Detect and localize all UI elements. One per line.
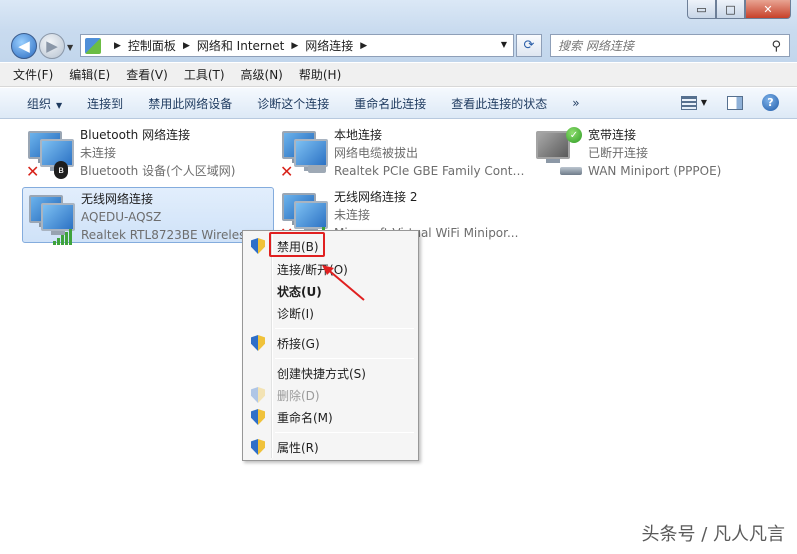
menu-file[interactable]: 文件(F) — [13, 66, 53, 83]
connection-status: 未连接 — [334, 208, 371, 222]
change-view-icon[interactable] — [680, 95, 697, 110]
command-bar: 组织 ▼ 连接到 禁用此网络设备 诊断这个连接 重命名此连接 查看此连接的状态 »… — [0, 88, 797, 119]
network-connections-window: ▭ □ ✕ ◀ ▶ ▼ ▶ 控制面板 ▶ 网络和 Internet ▶ 网络连接… — [0, 0, 797, 554]
menu-separator — [275, 328, 414, 329]
search-input[interactable] — [558, 38, 758, 53]
forward-button[interactable]: ▶ — [39, 33, 65, 59]
help-icon[interactable]: ? — [762, 94, 779, 111]
back-button[interactable]: ◀ — [11, 33, 37, 59]
network-adapter-icon: ✓ — [534, 127, 586, 179]
menu-bar: 文件(F) 编辑(E) 查看(V) 工具(T) 高级(N) 帮助(H) — [0, 63, 797, 87]
wifi-signal-icon — [53, 229, 72, 245]
connection-wireless[interactable]: 无线网络连接 AQEDU-AQSZ Realtek RTL8723BE Wire… — [22, 187, 274, 245]
connection-name: 本地连接 — [334, 128, 383, 142]
uac-shield-icon — [251, 335, 265, 351]
chevron-right-icon[interactable]: ▶ — [183, 41, 190, 51]
menu-item-delete: 删除(D) — [245, 384, 416, 406]
disconnected-x-icon: ✕ — [26, 162, 40, 181]
view-status-button[interactable]: 查看此连接的状态 — [451, 95, 547, 112]
view-controls: ▼ ? — [680, 94, 779, 111]
recent-pages-dropdown[interactable]: ▼ — [67, 43, 73, 52]
connection-device: Realtek PCIe GBE Family Contr... — [334, 164, 526, 178]
annotation-highlight-box — [269, 232, 325, 257]
search-box[interactable]: ⚲ — [550, 34, 790, 57]
breadcrumb-network-connections[interactable]: 网络连接 — [305, 37, 353, 54]
maximize-button[interactable]: □ — [716, 0, 745, 19]
breadcrumb-network-internet[interactable]: 网络和 Internet — [197, 37, 284, 54]
bluetooth-icon: ʙ — [54, 161, 68, 179]
menu-item-label: 创建快捷方式(S) — [277, 366, 366, 381]
address-bar[interactable]: ▶ 控制面板 ▶ 网络和 Internet ▶ 网络连接 ▶ ▼ — [80, 34, 514, 57]
menu-item-label: 属性(R) — [277, 440, 319, 455]
menu-separator — [275, 358, 414, 359]
uac-shield-icon — [251, 238, 265, 254]
window-controls: ▭ □ ✕ — [687, 0, 791, 19]
chevron-right-icon[interactable]: ▶ — [360, 41, 367, 51]
connection-device: Bluetooth 设备(个人区域网) — [80, 164, 236, 178]
disconnected-x-icon: ✕ — [280, 162, 294, 181]
check-icon: ✓ — [566, 127, 582, 143]
more-commands-button[interactable]: » — [572, 96, 579, 110]
menu-item-rename[interactable]: 重命名(M) — [245, 406, 416, 428]
address-dropdown-icon[interactable]: ▼ — [501, 40, 507, 49]
uac-shield-icon — [251, 439, 265, 455]
connection-status: AQEDU-AQSZ — [81, 210, 162, 224]
connection-local[interactable]: ✕ 本地连接 网络电缆被拔出 Realtek PCIe GBE Family C… — [276, 124, 528, 180]
disable-device-button[interactable]: 禁用此网络设备 — [148, 95, 232, 112]
rename-button[interactable]: 重命名此连接 — [354, 95, 426, 112]
connection-name: 无线网络连接 2 — [334, 190, 418, 204]
diagnose-button[interactable]: 诊断这个连接 — [257, 95, 329, 112]
ethernet-cable-icon — [308, 165, 326, 173]
title-bar: ▭ □ ✕ — [0, 0, 797, 30]
preview-pane-icon[interactable] — [727, 95, 743, 110]
menu-item-label: 桥接(G) — [277, 336, 320, 351]
menu-item-diagnose[interactable]: 诊断(I) — [245, 302, 416, 324]
annotation-arrow-icon — [322, 265, 365, 301]
connection-broadband[interactable]: ✓ 宽带连接 已断开连接 WAN Miniport (PPPOE) — [530, 124, 782, 180]
connection-name: 宽带连接 — [588, 128, 637, 142]
menu-item-label: 重命名(M) — [277, 410, 333, 425]
connection-name: Bluetooth 网络连接 — [80, 128, 191, 142]
menu-edit[interactable]: 编辑(E) — [69, 66, 110, 83]
minimize-button[interactable]: ▭ — [687, 0, 716, 19]
menu-item-bridge[interactable]: 桥接(G) — [245, 332, 416, 354]
search-icon[interactable]: ⚲ — [771, 39, 781, 54]
modem-icon — [560, 167, 582, 175]
connection-bluetooth[interactable]: ✕ ʙ Bluetooth 网络连接 未连接 Bluetooth 设备(个人区域… — [22, 124, 274, 180]
menu-item-label: 删除(D) — [277, 388, 320, 403]
connect-to-button[interactable]: 连接到 — [87, 95, 123, 112]
connection-status: 网络电缆被拔出 — [334, 146, 419, 160]
connection-status: 未连接 — [80, 146, 117, 160]
uac-shield-icon — [251, 387, 265, 403]
menu-item-label: 状态(U) — [277, 284, 322, 299]
network-adapter-icon — [27, 191, 79, 245]
close-button[interactable]: ✕ — [745, 0, 791, 19]
control-panel-icon — [85, 37, 101, 54]
watermark: 头条号 / 凡人凡言 — [641, 524, 785, 545]
menu-item-create-shortcut[interactable]: 创建快捷方式(S) — [245, 362, 416, 384]
menu-separator — [275, 432, 414, 433]
refresh-button[interactable]: ⟳ — [516, 34, 542, 57]
network-adapter-icon: ✕ ʙ — [26, 127, 78, 181]
menu-advanced[interactable]: 高级(N) — [241, 66, 283, 83]
menu-view[interactable]: 查看(V) — [126, 66, 168, 83]
chevron-down-icon: ▼ — [56, 100, 63, 110]
organize-label: 组织 — [27, 96, 52, 111]
connection-status: 已断开连接 — [588, 146, 649, 160]
connection-name: 无线网络连接 — [81, 192, 154, 206]
uac-shield-icon — [251, 409, 265, 425]
menu-item-properties[interactable]: 属性(R) — [245, 436, 416, 458]
organize-button[interactable]: 组织 ▼ — [27, 95, 62, 112]
chevron-down-icon[interactable]: ▼ — [701, 98, 707, 107]
menu-help[interactable]: 帮助(H) — [299, 66, 341, 83]
address-row: ◀ ▶ ▼ ▶ 控制面板 ▶ 网络和 Internet ▶ 网络连接 ▶ ▼ ⟳… — [0, 30, 797, 62]
menu-tools[interactable]: 工具(T) — [184, 66, 225, 83]
chevron-right-icon[interactable]: ▶ — [114, 41, 121, 51]
chevron-right-icon[interactable]: ▶ — [291, 41, 298, 51]
connection-device: WAN Miniport (PPPOE) — [588, 164, 722, 178]
menu-item-label: 诊断(I) — [277, 306, 314, 321]
breadcrumb-control-panel[interactable]: 控制面板 — [128, 37, 176, 54]
network-adapter-icon: ✕ — [280, 127, 332, 181]
